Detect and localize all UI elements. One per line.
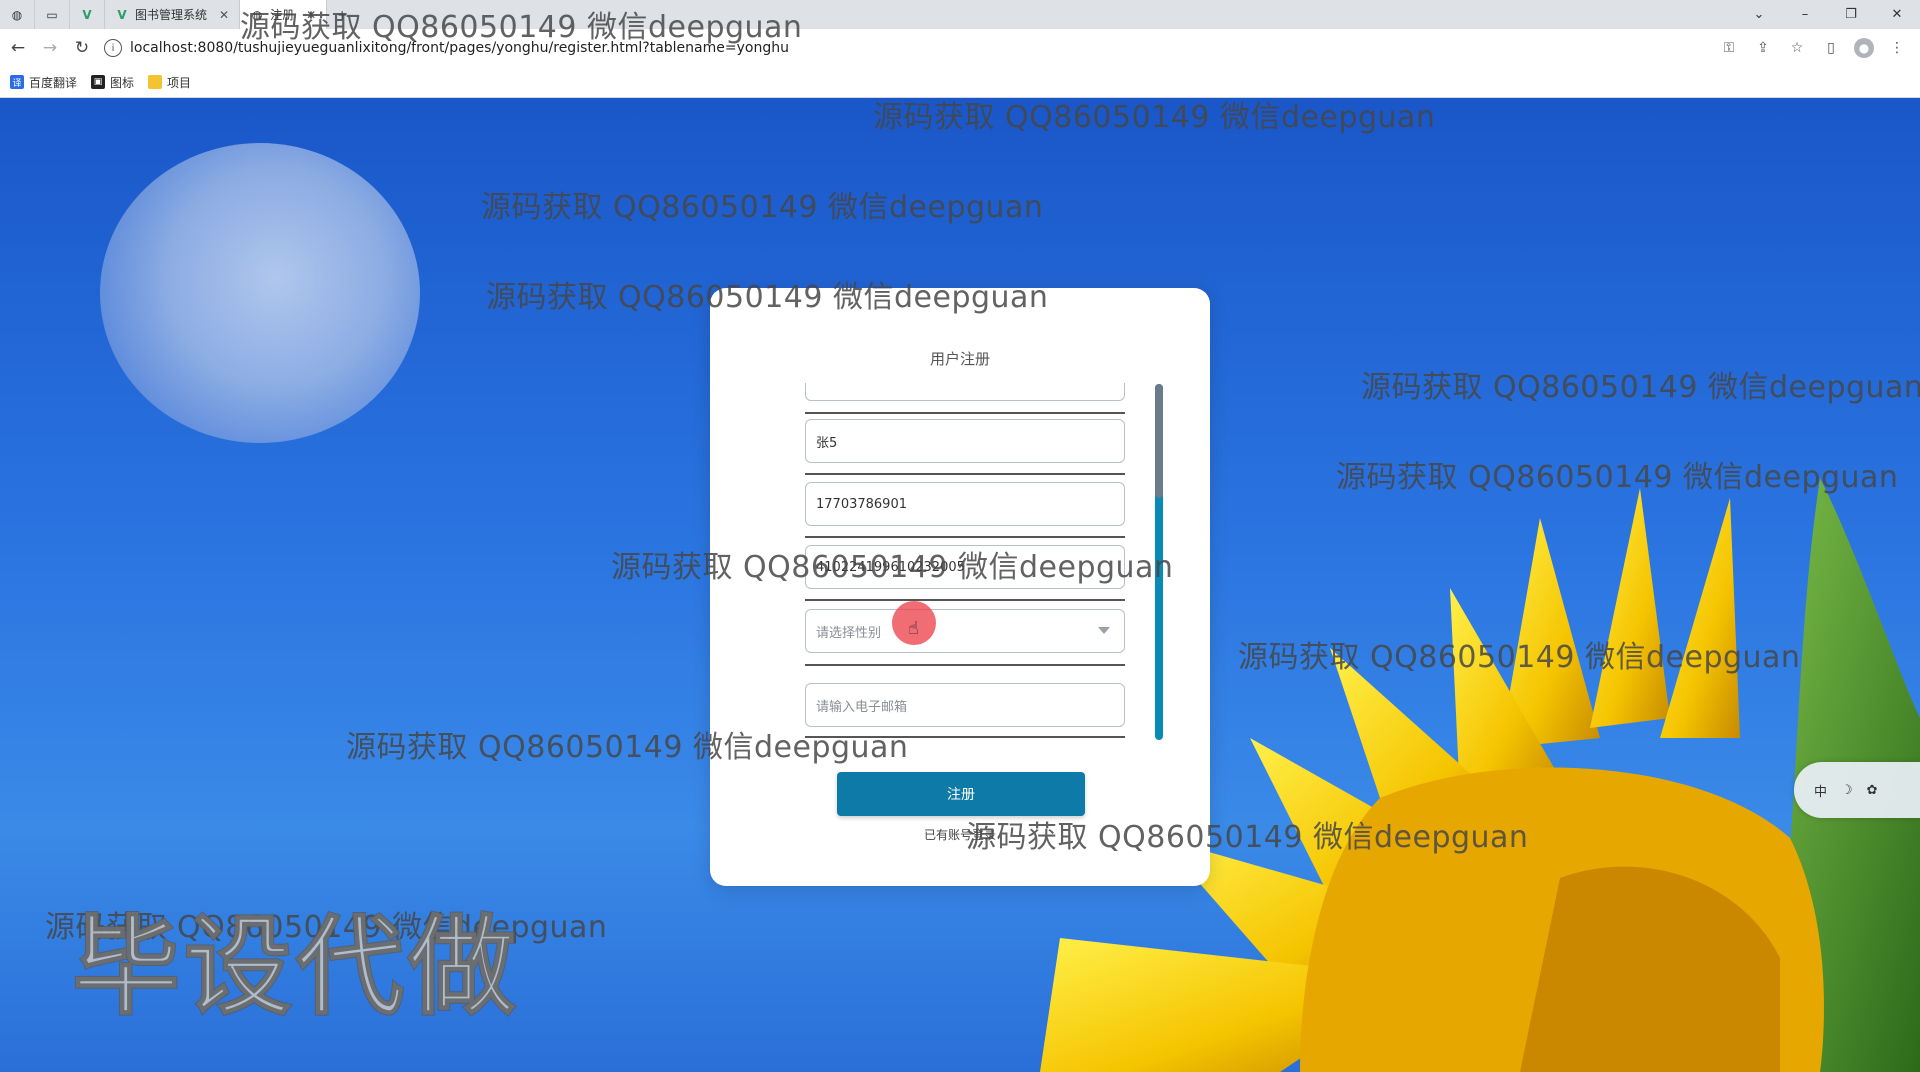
toolbar-actions: ⚿ ⇪ ☆ ▯ ● ⋮ [1718,37,1908,59]
register-card: 用户注册 张5 17703786901 410224199610232005 请… [710,288,1210,886]
bookmark-label: 百度翻译 [29,75,78,90]
tab-3[interactable]: V [70,0,105,29]
hand-cursor-icon: ☝ [908,618,919,639]
forward-icon[interactable]: → [36,34,64,62]
vue-icon: V [117,7,127,22]
reload-icon[interactable]: ↻ [68,34,96,62]
field-divider [805,536,1125,538]
watermark-text: 源码获取 QQ86050149 微信deepguan [1361,370,1920,405]
key-icon[interactable]: ⚿ [1718,37,1740,59]
tab-library-system[interactable]: V 图书管理系统 ✕ [105,0,241,29]
register-button[interactable]: 注册 [837,772,1085,816]
image-icon: ▣ [91,75,106,89]
restore-icon[interactable]: ❐ [1828,0,1874,29]
close-window-icon[interactable]: ✕ [1874,0,1920,29]
chevron-down-icon [1098,627,1110,634]
name-field-value: 张5 [816,435,838,451]
ime-floating-widget[interactable]: 中 ☽ ✿ [1794,762,1920,818]
bookmark-icons[interactable]: ▣ 图标 [91,74,134,91]
field-divider [805,412,1125,414]
blank-tab-icon: ▭ [46,7,58,22]
settings-icon: ✿ [1866,782,1878,798]
globe-icon: ◍ [11,7,23,22]
window-controls: ⌄ – ❐ ✕ [1736,0,1920,29]
promo-stamp-text: 毕设代做 [71,904,521,1031]
previous-field[interactable] [805,383,1125,401]
moon-mode-icon: ☽ [1841,782,1853,798]
watermark-text: 源码获取 QQ86050149 微信deepguan [611,550,1174,585]
bookmark-projects[interactable]: 项目 [148,74,191,91]
form-title: 用户注册 [929,350,990,368]
tab-2[interactable]: ▭ [35,0,70,29]
phone-field-value: 17703786901 [816,496,907,512]
moon-image [100,143,420,443]
info-icon[interactable]: i [104,39,122,57]
star-icon[interactable]: ☆ [1786,37,1808,59]
back-icon[interactable]: ← [4,34,32,62]
side-panel-icon[interactable]: ▯ [1820,37,1842,59]
scrollbar-thumb[interactable] [1155,384,1163,498]
watermark-text: 源码获取 QQ86050149 微信deepguan [873,100,1436,135]
email-field-placeholder: 请输入电子邮箱 [816,699,908,715]
field-divider [805,664,1125,666]
name-field[interactable]: 张5 [805,419,1125,463]
menu-kebab-icon[interactable]: ⋮ [1886,37,1908,59]
watermark-text: 源码获取 QQ86050149 微信deepguan [1238,640,1801,675]
tab-label: 图书管理系统 [135,8,208,22]
minimize-icon[interactable]: – [1782,0,1828,29]
bookmark-label: 图标 [110,75,135,90]
ime-mode-label: 中 [1814,784,1828,800]
close-tab-icon[interactable]: ✕ [219,8,229,22]
gender-select[interactable]: 请选择性别 [805,609,1125,653]
folder-icon [148,75,163,89]
profile-avatar-icon[interactable]: ● [1854,38,1874,58]
field-divider [805,599,1125,601]
gender-select-placeholder: 请选择性别 [816,625,882,641]
watermark-text: 源码获取 QQ86050149 微信deepguan [1336,460,1899,495]
field-divider [805,473,1125,475]
phone-field[interactable]: 17703786901 [805,482,1125,526]
bookmark-baidu-translate[interactable]: 译 百度翻译 [10,74,77,91]
translate-icon: 译 [10,75,24,89]
watermark-text: 源码获取 QQ86050149 微信deepguan [240,10,803,45]
watermark-text: 源码获取 QQ86050149 微信deepguan [486,280,1049,315]
vue-icon: V [82,7,92,22]
tab-1[interactable]: ◍ [0,0,35,29]
bookmark-label: 项目 [167,75,192,90]
watermark-text: 源码获取 QQ86050149 微信deepguan [346,730,909,765]
watermark-text: 源码获取 QQ86050149 微信deepguan [966,820,1529,855]
tab-search-icon[interactable]: ⌄ [1736,0,1782,29]
share-icon[interactable]: ⇪ [1752,37,1774,59]
watermark-text: 源码获取 QQ86050149 微信deepguan [481,190,1044,225]
email-field[interactable]: 请输入电子邮箱 [805,683,1125,727]
